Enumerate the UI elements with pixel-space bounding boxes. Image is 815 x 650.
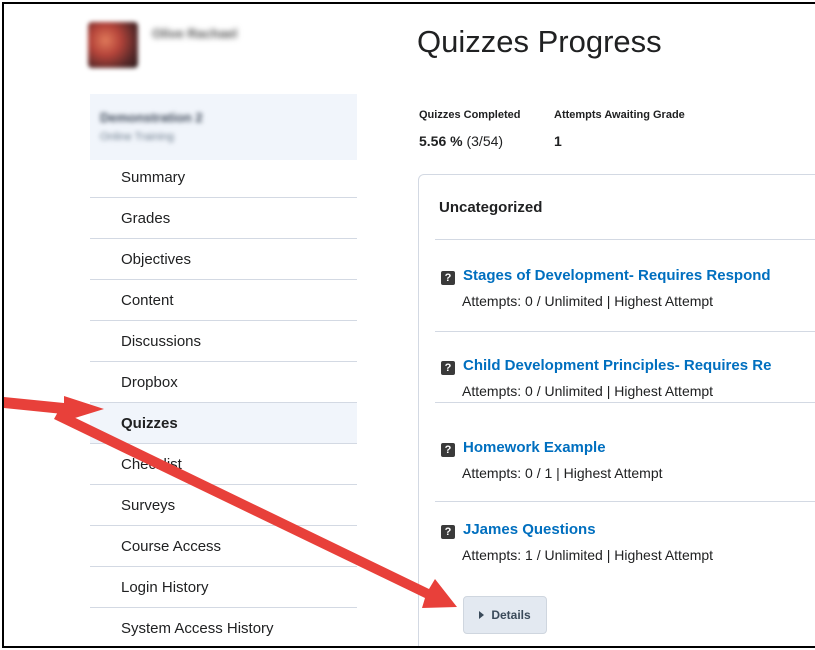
divider bbox=[435, 501, 815, 502]
sidebar-item-discussions[interactable]: Discussions bbox=[90, 321, 357, 362]
course-name: Demonstration 2 bbox=[100, 110, 203, 125]
quiz-attempts: Attempts: 0 / Unlimited | Highest Attemp… bbox=[462, 293, 714, 309]
caret-right-icon bbox=[479, 611, 485, 619]
awaiting-value: 1 bbox=[554, 133, 562, 149]
quiz-link[interactable]: Homework Example bbox=[463, 439, 606, 456]
sidebar-item-content[interactable]: Content bbox=[90, 280, 357, 321]
divider bbox=[435, 402, 815, 403]
arrow-to-quizzes bbox=[4, 396, 104, 422]
sidebar-item-system-access-history[interactable]: System Access History bbox=[90, 608, 357, 646]
quiz-category-panel: Uncategorized ? Stages of Development- R… bbox=[418, 174, 815, 646]
stat-attempts-awaiting: Attempts Awaiting Grade 1 bbox=[554, 109, 685, 149]
quiz-link[interactable]: Stages of Development- Requires Respond bbox=[463, 267, 771, 284]
sidebar: Demonstration 2 Online Training Summary … bbox=[90, 94, 357, 646]
quiz-link[interactable]: JJames Questions bbox=[463, 521, 596, 538]
quiz-link[interactable]: Child Development Principles- Requires R… bbox=[463, 357, 771, 374]
stat-label: Quizzes Completed bbox=[419, 109, 521, 121]
avatar[interactable] bbox=[88, 22, 138, 68]
category-title: Uncategorized bbox=[439, 199, 543, 216]
sidebar-item-dropbox[interactable]: Dropbox bbox=[90, 362, 357, 403]
quiz-attempts: Attempts: 0 / Unlimited | Highest Attemp… bbox=[462, 383, 714, 399]
divider bbox=[435, 239, 815, 240]
quiz-attempts: Attempts: 1 / Unlimited | Highest Attemp… bbox=[462, 547, 714, 563]
quiz-icon: ? bbox=[441, 525, 455, 539]
details-label: Details bbox=[491, 608, 531, 622]
window-frame: Olive Rachael Demonstration 2 Online Tra… bbox=[2, 2, 815, 648]
page-title: Quizzes Progress bbox=[417, 24, 662, 59]
sidebar-item-summary[interactable]: Summary bbox=[90, 160, 357, 198]
stat-quizzes-completed: Quizzes Completed 5.56 % (3/54) bbox=[419, 109, 520, 149]
quiz-icon: ? bbox=[441, 361, 455, 375]
sidebar-item-quizzes[interactable]: Quizzes bbox=[90, 403, 357, 444]
user-name: Olive Rachael bbox=[152, 26, 238, 41]
completed-percent: 5.56 % bbox=[419, 133, 463, 149]
completed-count: (3/54) bbox=[466, 133, 504, 149]
quiz-icon: ? bbox=[441, 271, 455, 285]
course-header: Demonstration 2 Online Training bbox=[90, 94, 357, 160]
course-subtitle: Online Training bbox=[100, 131, 174, 143]
sidebar-item-login-history[interactable]: Login History bbox=[90, 567, 357, 608]
stat-label: Attempts Awaiting Grade bbox=[554, 109, 685, 121]
stat-value: 5.56 % (3/54) bbox=[419, 133, 520, 149]
user-header[interactable]: Olive Rachael bbox=[88, 22, 318, 72]
sidebar-item-course-access[interactable]: Course Access bbox=[90, 526, 357, 567]
sidebar-item-checklist[interactable]: Checklist bbox=[90, 444, 357, 485]
divider bbox=[435, 331, 815, 332]
quiz-attempts: Attempts: 0 / 1 | Highest Attempt bbox=[462, 465, 663, 481]
stat-value: 1 bbox=[554, 133, 685, 149]
sidebar-nav: Summary Grades Objectives Content Discus… bbox=[90, 160, 357, 646]
sidebar-item-grades[interactable]: Grades bbox=[90, 198, 357, 239]
sidebar-item-objectives[interactable]: Objectives bbox=[90, 239, 357, 280]
sidebar-item-surveys[interactable]: Surveys bbox=[90, 485, 357, 526]
quiz-icon: ? bbox=[441, 443, 455, 457]
details-button[interactable]: Details bbox=[463, 596, 547, 634]
